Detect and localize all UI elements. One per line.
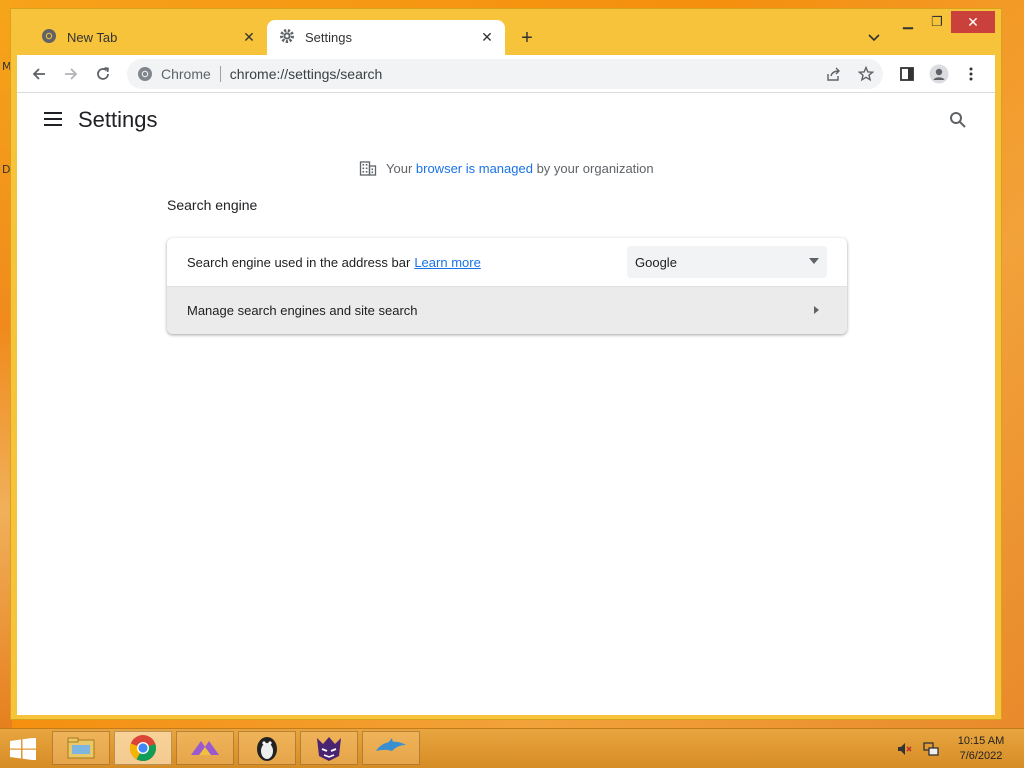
chrome-icon [41,28,57,47]
manage-search-engines-label: Manage search engines and site search [187,303,418,318]
selected-engine: Google [635,254,677,270]
file-explorer-icon [67,737,95,759]
title-bar: New Tab ✕ Settings ✕ + ▁ ❐ ✕ [11,9,1001,55]
settings-page: Settings Your browser is managed by your… [17,93,995,715]
taskbar-clock[interactable]: 10:15 AM 7/6/2022 [950,734,1012,764]
maximize-button[interactable]: ❐ [924,11,950,33]
browser-window: New Tab ✕ Settings ✕ + ▁ ❐ ✕ Chrome chro… [10,8,1002,720]
managed-notice-suffix: by your organization [532,160,654,176]
arrow-left-icon [32,68,45,80]
taskbar-chrome[interactable] [114,731,172,765]
taskbar-app[interactable] [300,731,358,765]
building-icon [359,159,377,177]
chrome-icon [137,66,153,82]
gear-icon [279,28,295,47]
settings-header: Settings [17,93,995,145]
taskbar-app[interactable] [176,731,234,765]
section-title: Search engine [167,197,258,213]
app-triangle-icon [191,741,219,755]
tab-label: New Tab [67,30,118,45]
forward-button[interactable] [59,62,83,86]
plus-icon: + [521,26,533,49]
learn-more-link[interactable]: Learn more [414,255,480,270]
system-tray [896,741,940,762]
tab-label: Settings [305,30,352,45]
app-penguin-icon [257,737,277,761]
search-engine-row: Search engine used in the address bar Le… [167,238,847,286]
close-window-button[interactable]: ✕ [951,11,995,33]
menu-button[interactable] [959,62,983,86]
reload-icon [97,67,110,80]
profile-button[interactable] [927,62,951,86]
search-icon [950,112,966,128]
divider [219,66,221,82]
side-panel-icon [900,67,914,81]
app-cat-icon [317,737,341,761]
search-settings-button[interactable] [945,107,971,133]
tab-search-button[interactable] [863,27,885,49]
tab-new-tab[interactable]: New Tab ✕ [27,20,267,55]
back-button[interactable] [27,62,51,86]
clock-time: 10:15 AM [957,735,1005,747]
close-tab-icon[interactable]: ✕ [477,28,497,48]
windows-logo-icon [10,738,36,760]
kebab-menu-icon [969,67,973,81]
side-panel-button[interactable] [895,62,919,86]
manage-search-engines-row[interactable]: Manage search engines and site search [167,286,847,334]
arrow-right-icon [814,306,819,314]
tab-settings[interactable]: Settings ✕ [267,20,505,55]
avatar-icon [929,64,949,84]
minimize-button[interactable]: ▁ [895,11,921,33]
search-engine-select[interactable]: Google [627,246,827,278]
managed-notice: Your browser is managed by your organiza… [359,159,654,177]
minimize-icon: ▁ [903,14,913,29]
start-button[interactable] [8,737,38,761]
taskbar: 10:15 AM 7/6/2022 [0,728,1024,768]
browser-toolbar: Chrome chrome://settings/search [17,55,995,93]
new-tab-button[interactable]: + [516,27,538,49]
main-menu-button[interactable] [39,107,67,131]
search-engine-card: Search engine used in the address bar Le… [167,238,847,334]
reload-button[interactable] [91,62,115,86]
managed-notice-link[interactable]: browser is managed [416,161,533,176]
arrow-right-icon [65,68,78,80]
managed-notice-prefix: Your [386,160,416,176]
search-engine-label: Search engine used in the address bar [187,254,411,270]
bookmark-star-icon[interactable] [855,63,877,85]
hamburger-icon [44,112,62,126]
volume-muted-icon[interactable] [896,741,914,762]
network-icon[interactable] [922,741,940,762]
chevron-down-icon [868,34,880,42]
site-chip-label: Chrome [161,66,211,82]
taskbar-file-explorer[interactable] [52,731,110,765]
page-title: Settings [78,107,158,132]
taskbar-app[interactable] [362,731,420,765]
chrome-icon [129,735,156,762]
maximize-icon: ❐ [931,14,943,29]
close-icon: ✕ [967,13,979,30]
clock-date: 7/6/2022 [959,750,1003,762]
dropdown-caret-icon [809,258,819,264]
taskbar-app[interactable] [238,731,296,765]
address-bar[interactable]: Chrome chrome://settings/search [127,59,883,89]
app-dolphin-icon [376,738,406,751]
url-text[interactable]: chrome://settings/search [230,66,383,82]
close-tab-icon[interactable]: ✕ [239,28,259,48]
share-icon[interactable] [823,63,845,85]
